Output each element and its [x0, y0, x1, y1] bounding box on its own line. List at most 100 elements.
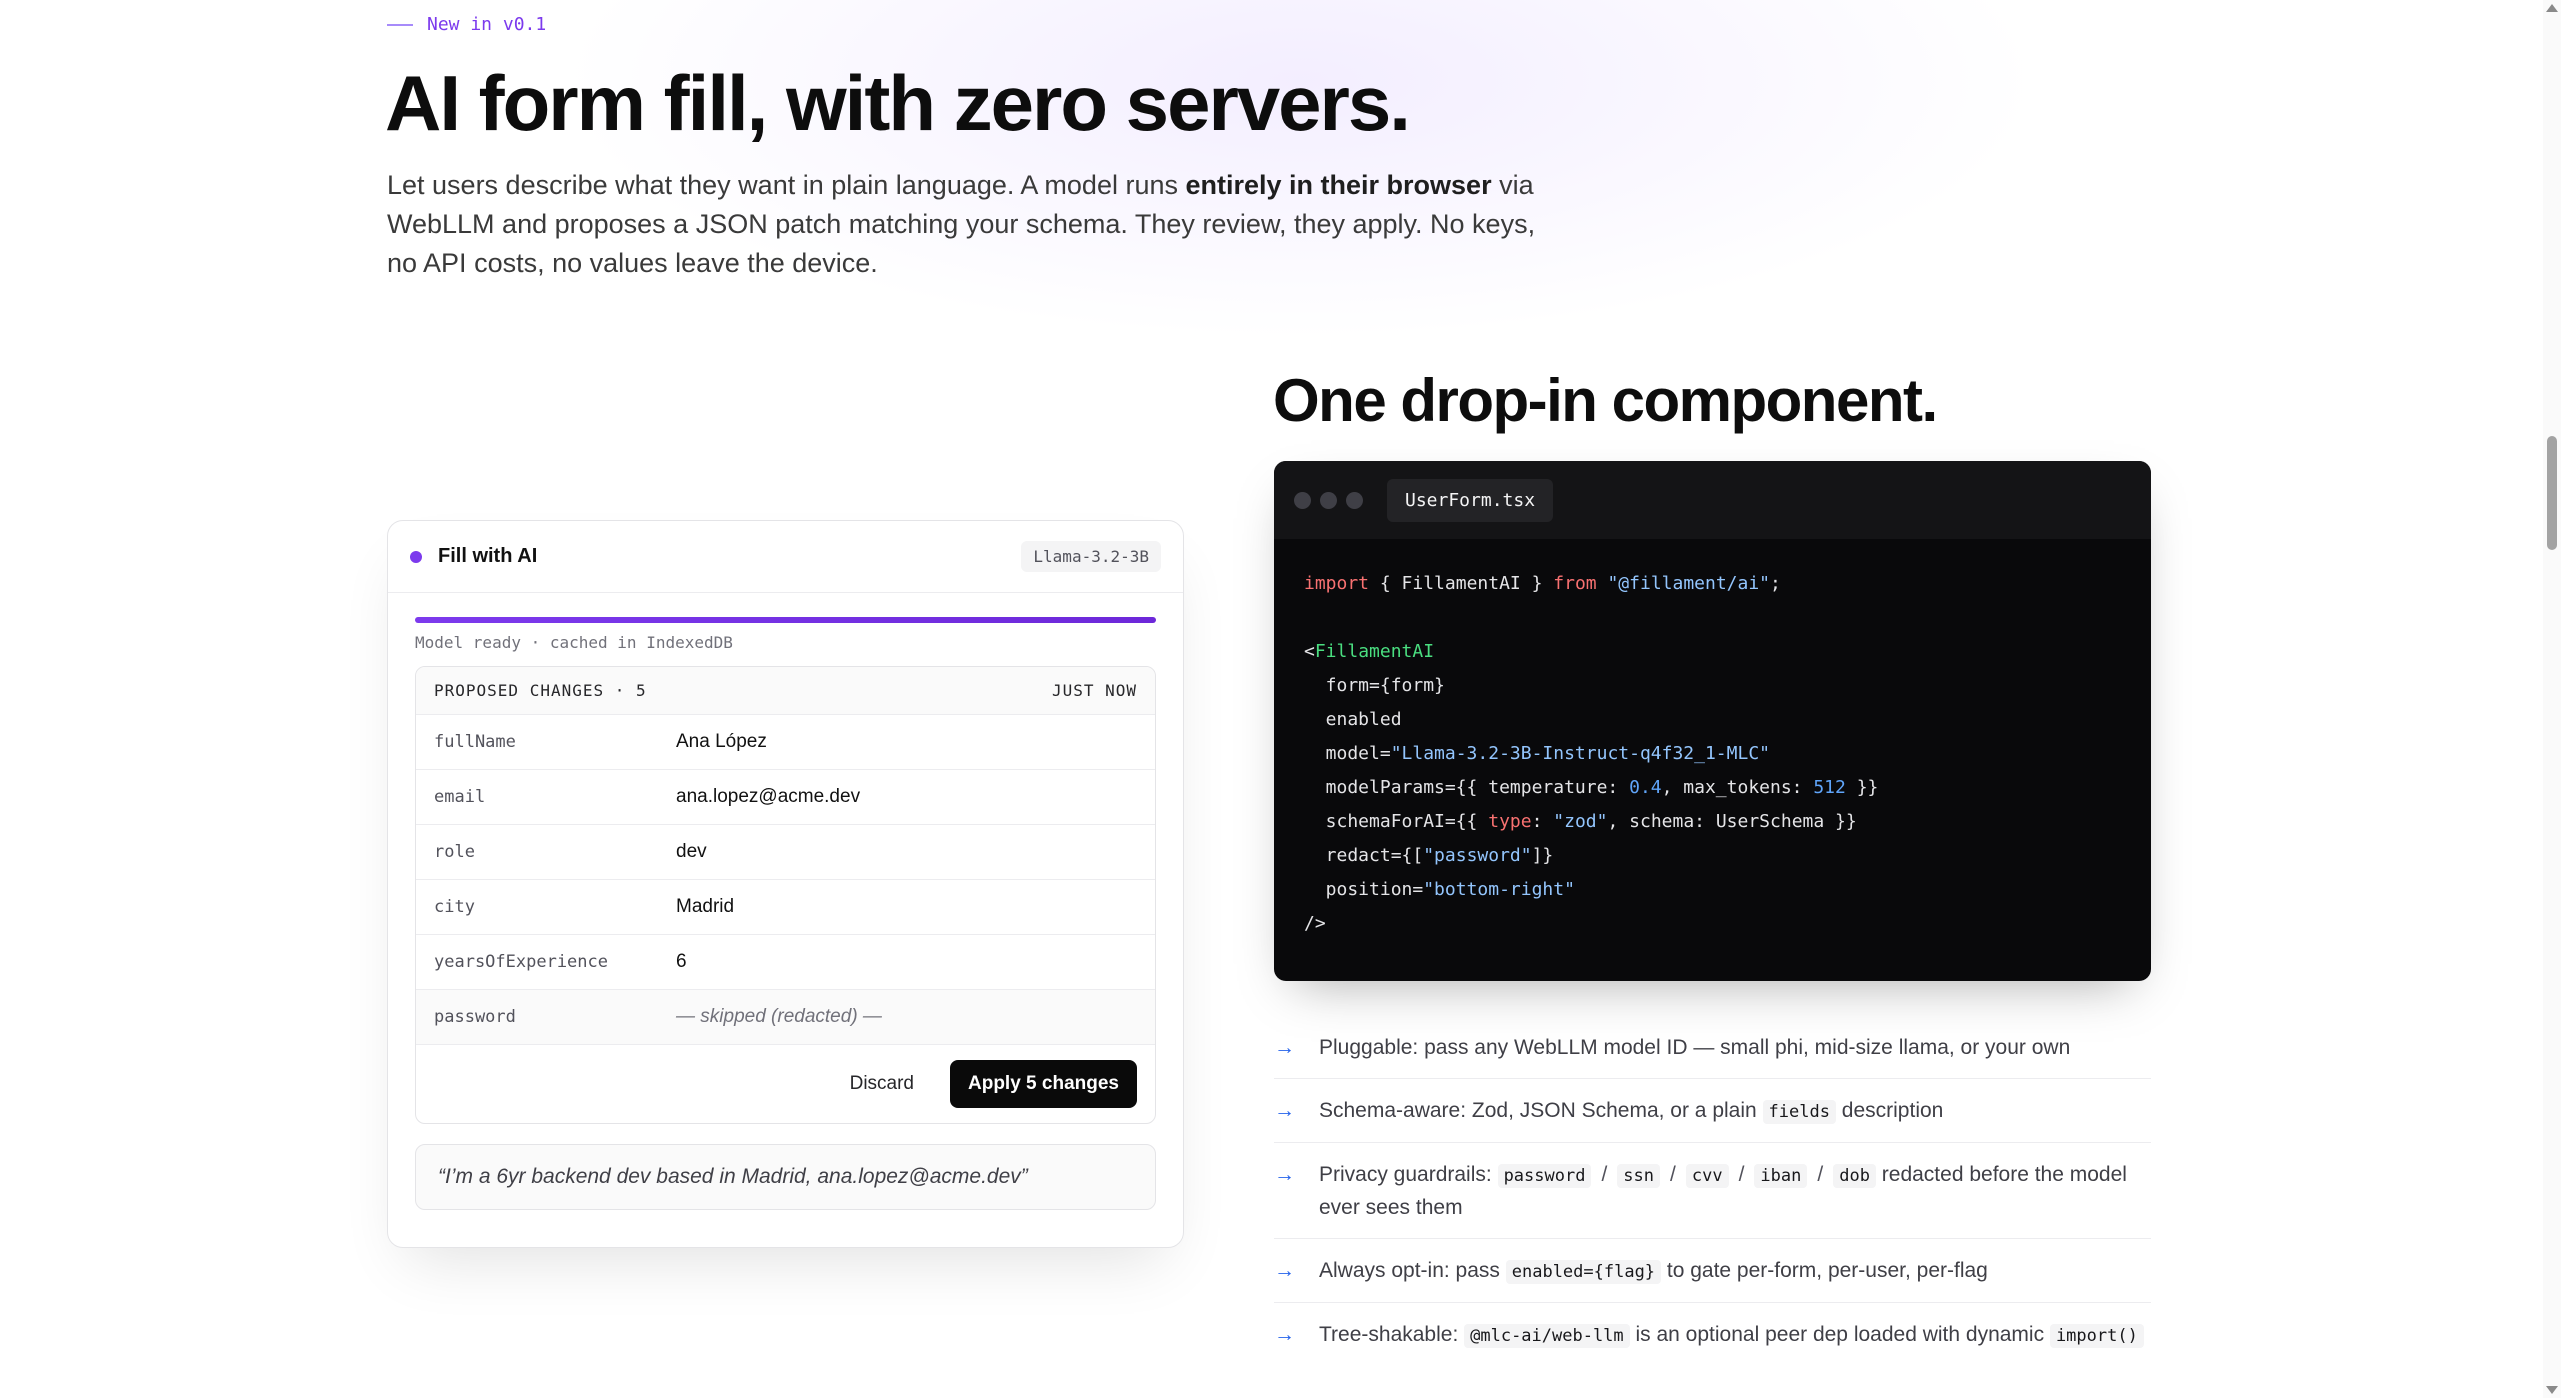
card-body: Model ready · cached in IndexedDB PROPOS… — [388, 593, 1183, 1210]
inline-code: fields — [1762, 1100, 1836, 1124]
change-row-city: city Madrid — [416, 880, 1155, 935]
separator: / — [1670, 1163, 1676, 1186]
separator: / — [1738, 1163, 1745, 1186]
hero-title: AI form fill, with zero servers. — [385, 59, 1411, 147]
version-eyebrow: New in v0.1 — [387, 14, 546, 35]
code-token: /> — [1304, 913, 1326, 934]
code-token: import — [1304, 573, 1370, 594]
field-key: password — [434, 1007, 516, 1027]
arrow-right-icon: → — [1274, 1036, 1295, 1059]
separator: / — [1817, 1163, 1824, 1186]
code-token: 512 — [1813, 777, 1846, 798]
apply-changes-button[interactable]: Apply 5 changes — [950, 1060, 1137, 1108]
code-token: "bottom-right" — [1423, 879, 1575, 900]
feature-item: → Privacy guardrails: password / ssn / cvv / i… — [1274, 1143, 2151, 1239]
code-token: form={form} — [1304, 675, 1445, 696]
inline-code: dob — [1833, 1164, 1876, 1188]
code-token: < — [1304, 641, 1315, 662]
changes-header: PROPOSED CHANGES · 5 JUST NOW — [416, 667, 1155, 715]
feature-list: → Pluggable: pass any WebLLM model ID — … — [1274, 1016, 2151, 1366]
code-token: : — [1531, 811, 1554, 832]
feature-text-part: to gate per-form, per-user, per-flag — [1661, 1259, 1988, 1282]
model-status: Model ready · cached in IndexedDB — [415, 633, 733, 652]
code-token: modelParams={{ temperature: — [1304, 777, 1630, 798]
proposed-changes-panel: PROPOSED CHANGES · 5 JUST NOW fullName A… — [415, 666, 1156, 1124]
feature-item: → Pluggable: pass any WebLLM model ID — … — [1274, 1016, 2151, 1079]
feature-text: Privacy guardrails: password / ssn / cvv / iba… — [1319, 1159, 2151, 1224]
field-key: city — [434, 897, 475, 917]
feature-text: Tree-shakable: @mlc-ai/web-llm is an opt… — [1319, 1319, 2144, 1352]
inline-code: ssn — [1617, 1164, 1661, 1188]
code-token: position= — [1304, 879, 1424, 900]
window-dot-icon — [1320, 491, 1337, 509]
arrow-right-icon: → — [1274, 1163, 1295, 1186]
inline-code: import() — [2049, 1324, 2144, 1348]
code-token: ; — [1770, 573, 1781, 594]
field-key: fullName — [434, 732, 516, 752]
code-token: "zod" — [1553, 811, 1608, 832]
code-token: }} — [1845, 777, 1879, 798]
change-row-email: email ana.lopez@acme.dev — [416, 770, 1155, 825]
inline-code: enabled={flag} — [1505, 1260, 1662, 1284]
feature-text-part: is an optional peer dep loaded with dyna… — [1629, 1323, 2050, 1346]
discard-button[interactable]: Discard — [840, 1063, 924, 1105]
scrollbar-thumb[interactable] — [2547, 436, 2557, 550]
field-value: Madrid — [676, 896, 735, 917]
editor-titlebar: UserForm.tsx — [1274, 461, 2151, 539]
card-title: Fill with AI — [438, 545, 538, 567]
change-row-years: yearsOfExperience 6 — [416, 935, 1155, 990]
code-token: "@fillament/ai" — [1607, 573, 1771, 594]
code-token: schemaForAI={{ — [1304, 811, 1489, 832]
scroll-up-arrow-icon[interactable] — [2546, 4, 2558, 12]
changes-label: PROPOSED CHANGES · 5 — [434, 681, 647, 700]
code-token: { FillamentAI } — [1369, 573, 1554, 594]
arrow-right-icon: → — [1274, 1259, 1295, 1282]
code-token: "password" — [1423, 845, 1532, 866]
window-dot-icon — [1294, 491, 1311, 509]
feature-item: → Schema-aware: Zod, JSON Schema, or a p… — [1274, 1079, 2151, 1143]
inline-code: iban — [1754, 1164, 1808, 1188]
code-token: FillamentAI — [1314, 641, 1435, 662]
arrow-right-icon: → — [1274, 1099, 1295, 1122]
inline-code: @mlc-ai/web-llm — [1464, 1324, 1630, 1348]
scroll-down-arrow-icon[interactable] — [2546, 1386, 2558, 1394]
window-dot-icon — [1346, 491, 1363, 509]
window-controls — [1294, 491, 1363, 509]
model-chip: Llama-3.2-3B — [1021, 541, 1161, 572]
feature-text: Pluggable: pass any WebLLM model ID — sm… — [1319, 1036, 2071, 1059]
separator: / — [1601, 1163, 1608, 1186]
feature-item: → Tree-shakable: @mlc-ai/web-llm is an o… — [1274, 1303, 2151, 1366]
feature-text-part: Always opt-in: pass — [1319, 1259, 1506, 1282]
model-progress-bar — [415, 617, 1156, 623]
hero-lede: Let users describe what they want in pla… — [387, 166, 1537, 283]
page-scrollbar[interactable] — [2543, 0, 2561, 1398]
changes-time: JUST NOW — [1051, 681, 1137, 700]
arrow-right-icon: → — [1274, 1323, 1295, 1346]
fill-with-ai-card: Fill with AI Llama-3.2-3B Model ready · … — [387, 520, 1184, 1248]
field-key: yearsOfExperience — [434, 952, 608, 972]
code-block: import { FillamentAI } from "@fillament/… — [1274, 539, 2151, 969]
feature-text: Schema-aware: Zod, JSON Schema, or a pla… — [1319, 1095, 1943, 1128]
section-title: One drop-in component. — [1273, 367, 1938, 434]
inline-code: password — [1497, 1164, 1592, 1188]
eyebrow-label: New in v0.1 — [427, 14, 547, 35]
change-row-role: role dev — [416, 825, 1155, 880]
code-token: ]} — [1531, 845, 1554, 866]
code-token: 0.4 — [1629, 777, 1662, 798]
file-tab[interactable]: UserForm.tsx — [1387, 478, 1554, 522]
field-value: dev — [676, 841, 707, 862]
code-token: redact={[ — [1304, 845, 1424, 866]
prompt-input[interactable]: “I’m a 6yr backend dev based in Madrid, … — [415, 1144, 1156, 1210]
code-token: , max_tokens: — [1661, 777, 1814, 798]
code-token: from — [1553, 573, 1597, 594]
feature-text-part: Schema-aware: Zod, JSON Schema, or a pla… — [1319, 1099, 1763, 1122]
change-row-fullname: fullName Ana López — [416, 715, 1155, 770]
field-key: role — [434, 842, 475, 862]
eyebrow-dash — [387, 23, 413, 26]
field-key: email — [434, 787, 486, 807]
code-token: enabled — [1304, 709, 1402, 730]
feature-text: Always opt-in: pass enabled={flag} to ga… — [1319, 1255, 1988, 1288]
code-token: type — [1488, 811, 1532, 832]
code-token: "Llama-3.2-3B-Instruct-q4f32_1-MLC" — [1390, 743, 1770, 764]
change-row-password: password — skipped (redacted) — — [416, 990, 1155, 1045]
